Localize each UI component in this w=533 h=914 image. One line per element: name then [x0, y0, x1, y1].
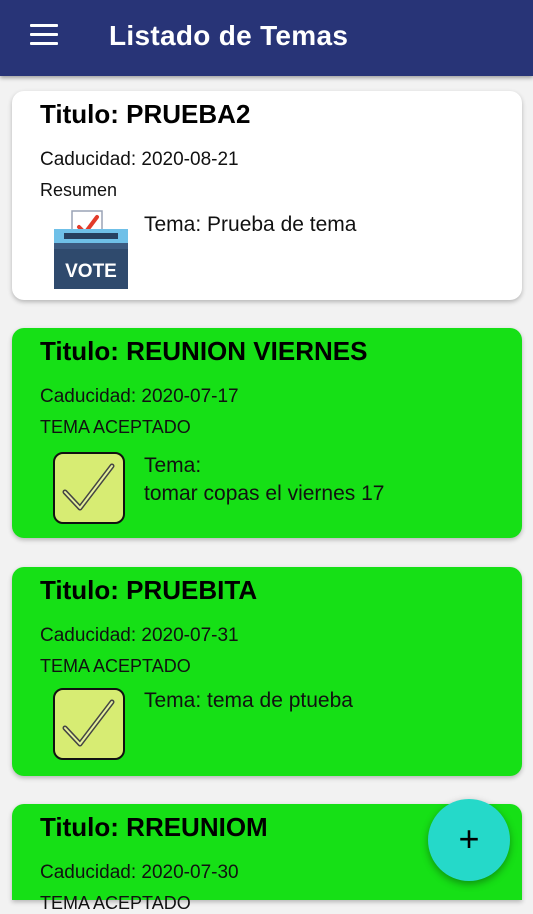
topic-card[interactable]: Titulo: PRUEBITA Caducidad: 2020-07-31 T…: [12, 567, 522, 776]
card-topic-line: Tema:: [144, 454, 202, 477]
card-status: TEMA ACEPTADO: [40, 893, 191, 913]
card-topic-line: tomar copas el viernes 17: [144, 482, 385, 505]
card-title: Titulo: PRUEBITA: [40, 575, 258, 605]
add-topic-button[interactable]: +: [428, 799, 510, 881]
card-topic: Tema: Prueba de tema: [144, 211, 356, 239]
card-status: TEMA ACEPTADO: [40, 656, 191, 676]
card-topic-line: Tema: Prueba de tema: [144, 213, 357, 236]
topic-card[interactable]: Titulo: PRUEBA2 Caducidad: 2020-08-21 Re…: [12, 91, 522, 300]
checkmark-icon: [53, 452, 125, 524]
hamburger-menu-icon[interactable]: [30, 24, 58, 48]
card-status: TEMA ACEPTADO: [40, 417, 191, 437]
card-expiry: Caducidad: 2020-07-17: [40, 386, 239, 407]
app-bar: Listado de Temas: [0, 0, 533, 76]
topic-card[interactable]: Titulo: REUNION VIERNES Caducidad: 2020-…: [12, 328, 522, 538]
add-icon: +: [458, 818, 480, 859]
card-topic-line: Tema: tema de ptueba: [144, 689, 353, 712]
card-expiry: Caducidad: 2020-08-21: [40, 149, 239, 170]
card-title: Titulo: PRUEBA2: [40, 99, 251, 129]
page-title: Listado de Temas: [109, 20, 349, 51]
vote-label: VOTE: [65, 261, 117, 282]
card-status: Resumen: [40, 180, 118, 200]
card-expiry: Caducidad: 2020-07-31: [40, 625, 239, 646]
card-topic: Tema: tema de ptueba: [144, 687, 353, 715]
card-expiry: Caducidad: 2020-07-30: [40, 862, 239, 883]
card-title: Titulo: REUNION VIERNES: [40, 336, 368, 366]
card-topic: Tema: tomar copas el viernes 17: [144, 452, 384, 508]
checkmark-icon: [53, 688, 125, 760]
card-title: Titulo: RREUNIOM: [40, 812, 268, 842]
